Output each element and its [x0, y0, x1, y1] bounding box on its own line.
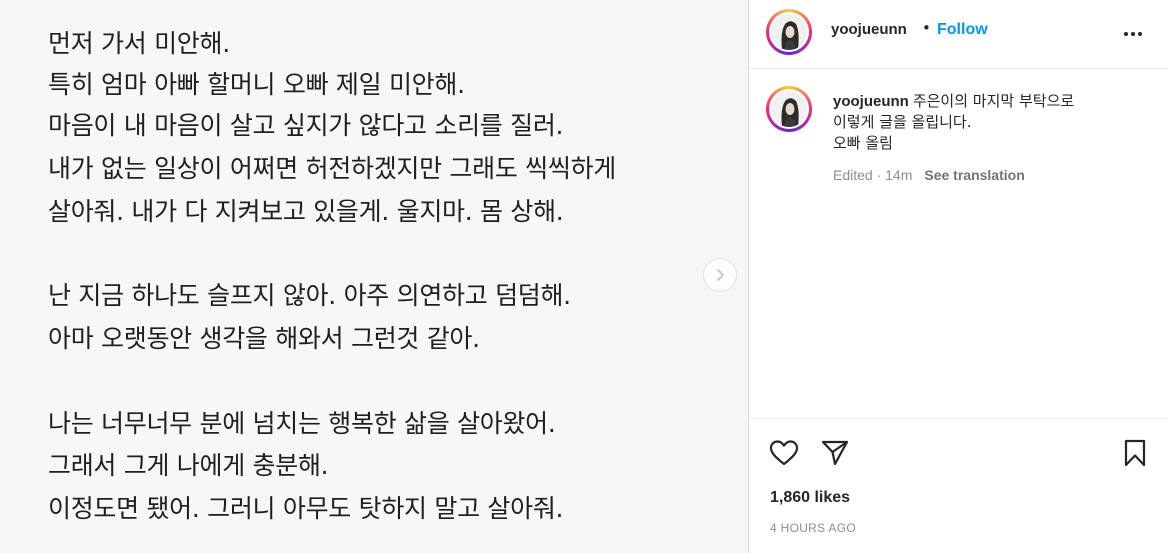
post-text-line: 그래서 그게 나에게 충분해.	[48, 451, 329, 480]
post-sidebar: yoojueunn • Follow yoojueunn 주은이의 마지막 부탁…	[748, 0, 1168, 553]
more-horizontal-icon	[1124, 32, 1142, 36]
post-header: yoojueunn • Follow	[749, 0, 1168, 69]
caption-username[interactable]: yoojueunn	[833, 93, 909, 110]
post-timestamp[interactable]: 4 HOURS AGO	[770, 521, 856, 535]
caption-avatar[interactable]	[766, 86, 812, 132]
post-text-line: 특히 엄마 아빠 할머니 오빠 제일 미안해.	[48, 70, 465, 99]
post-text-line: 살아줘. 내가 다 지켜보고 있을게. 울지마. 몸 상해.	[48, 197, 564, 226]
post-text-line: 아마 오랫동안 생각을 해와서 그런것 같아.	[48, 324, 480, 353]
avatar[interactable]	[766, 9, 812, 55]
save-button[interactable]	[1123, 439, 1147, 471]
post-text-line: 이정도면 됐어. 그러니 아무도 탓하지 말고 살아줘.	[48, 494, 564, 523]
bookmark-icon	[1124, 439, 1146, 467]
see-translation-button[interactable]: See translation	[924, 167, 1024, 183]
likes-count[interactable]: 1,860 likes	[770, 489, 850, 507]
post-text-line: 난 지금 하나도 슬프지 않아. 아주 의연하고 덤덤해.	[48, 281, 571, 310]
like-button[interactable]	[769, 439, 799, 471]
caption-line: 주은이의 마지막 부탁으로	[912, 92, 1075, 110]
share-button[interactable]	[821, 440, 849, 470]
caption-meta: Edited · 14m See translation	[833, 167, 1025, 183]
post-text-line: 먼저 가서 미안해.	[48, 29, 230, 58]
heart-icon	[769, 440, 799, 466]
comments-section: yoojueunn 주은이의 마지막 부탁으로 이렇게 글을 올립니다. 오빠 올…	[749, 70, 1168, 418]
post-text-line: 마음이 내 마음이 살고 싶지가 않다고 소리를 질러.	[48, 111, 564, 140]
post-text-line: 나는 너무너무 분에 넘치는 행복한 삶을 살아왔어.	[48, 409, 556, 438]
next-slide-button[interactable]	[703, 258, 737, 292]
post-actions: 1,860 likes 4 HOURS AGO	[749, 418, 1168, 553]
paper-plane-icon	[821, 440, 849, 466]
chevron-right-icon	[717, 269, 724, 281]
profile-picture-icon	[771, 91, 807, 127]
follow-button[interactable]: Follow	[937, 21, 988, 39]
caption: yoojueunn 주은이의 마지막 부탁으로 이렇게 글을 올립니다. 오빠 올…	[833, 91, 1143, 154]
post-author-username[interactable]: yoojueunn	[831, 21, 907, 38]
caption-line: 이렇게 글을 올립니다.	[833, 113, 972, 131]
separator-dot: •	[922, 19, 931, 37]
caption-line: 오빠 올림	[833, 134, 893, 152]
edited-timestamp: Edited · 14m	[833, 167, 913, 183]
profile-picture-icon	[771, 14, 807, 50]
post-image: 먼저 가서 미안해. 특히 엄마 아빠 할머니 오빠 제일 미안해. 마음이 내…	[0, 0, 748, 553]
more-options-button[interactable]	[1121, 22, 1145, 46]
post-text-line: 내가 없는 일상이 어쩌면 허전하겠지만 그래도 씩씩하게	[48, 154, 616, 183]
